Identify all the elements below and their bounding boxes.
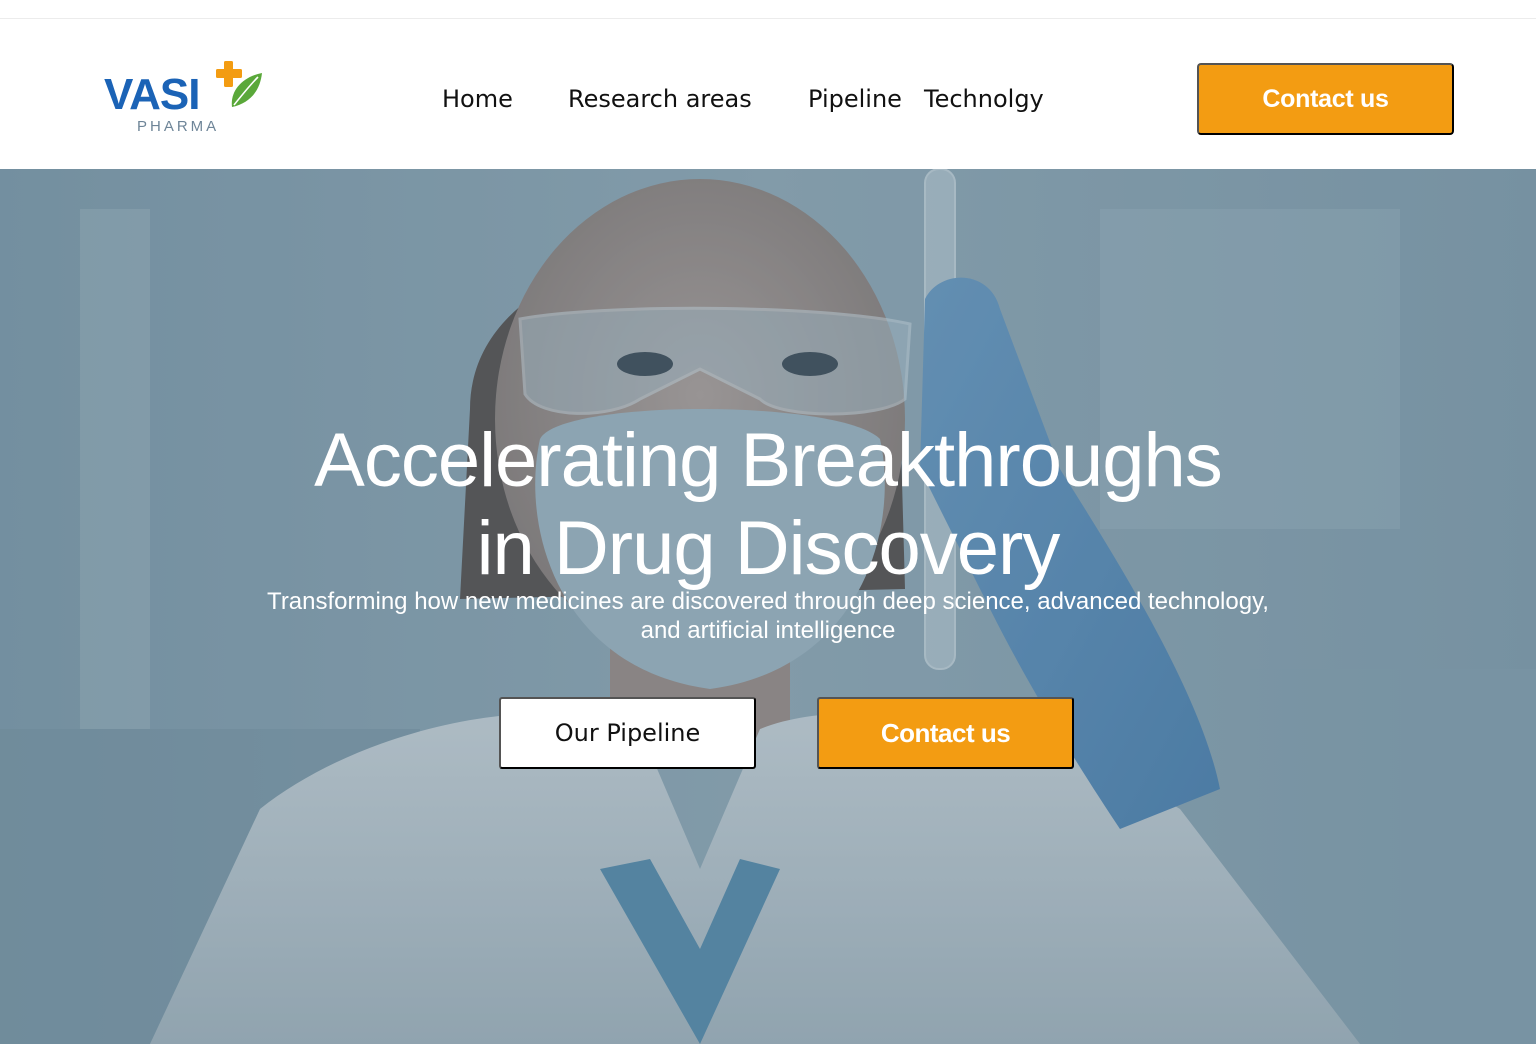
nav-item-technology[interactable]: Technolgy xyxy=(924,81,1044,117)
hero-title-line-1: Accelerating Breakthroughs xyxy=(314,418,1223,503)
hero-contact-button[interactable]: Contact us xyxy=(817,697,1074,769)
nav-item-research-areas[interactable]: Research areas xyxy=(568,81,752,117)
hero-subtitle: Transforming how new medicines are disco… xyxy=(0,587,1536,645)
nav-item-home[interactable]: Home xyxy=(442,81,513,117)
hero-section: Accelerating Breakthroughs in Drug Disco… xyxy=(0,169,1536,1044)
cross-leaf-icon xyxy=(216,61,262,107)
hero-title-line-2: in Drug Discovery xyxy=(476,506,1061,591)
brand-logo[interactable]: VASI PHARMA xyxy=(104,61,264,137)
logo-wordmark: VASI xyxy=(104,70,200,119)
landing-page: VASI PHARMA Home Research areas Pipeline… xyxy=(0,0,1536,1044)
site-header: VASI PHARMA Home Research areas Pipeline… xyxy=(0,19,1536,169)
our-pipeline-button[interactable]: Our Pipeline xyxy=(499,697,756,769)
header-contact-button[interactable]: Contact us xyxy=(1197,63,1454,135)
logo-subtitle: PHARMA xyxy=(137,118,220,135)
hero-subtitle-line-2: and artificial intelligence xyxy=(640,617,896,644)
hero-subtitle-line-1: Transforming how new medicines are disco… xyxy=(267,588,1269,615)
hero-title: Accelerating Breakthroughs in Drug Disco… xyxy=(0,417,1536,593)
nav-item-pipeline[interactable]: Pipeline xyxy=(808,81,902,117)
